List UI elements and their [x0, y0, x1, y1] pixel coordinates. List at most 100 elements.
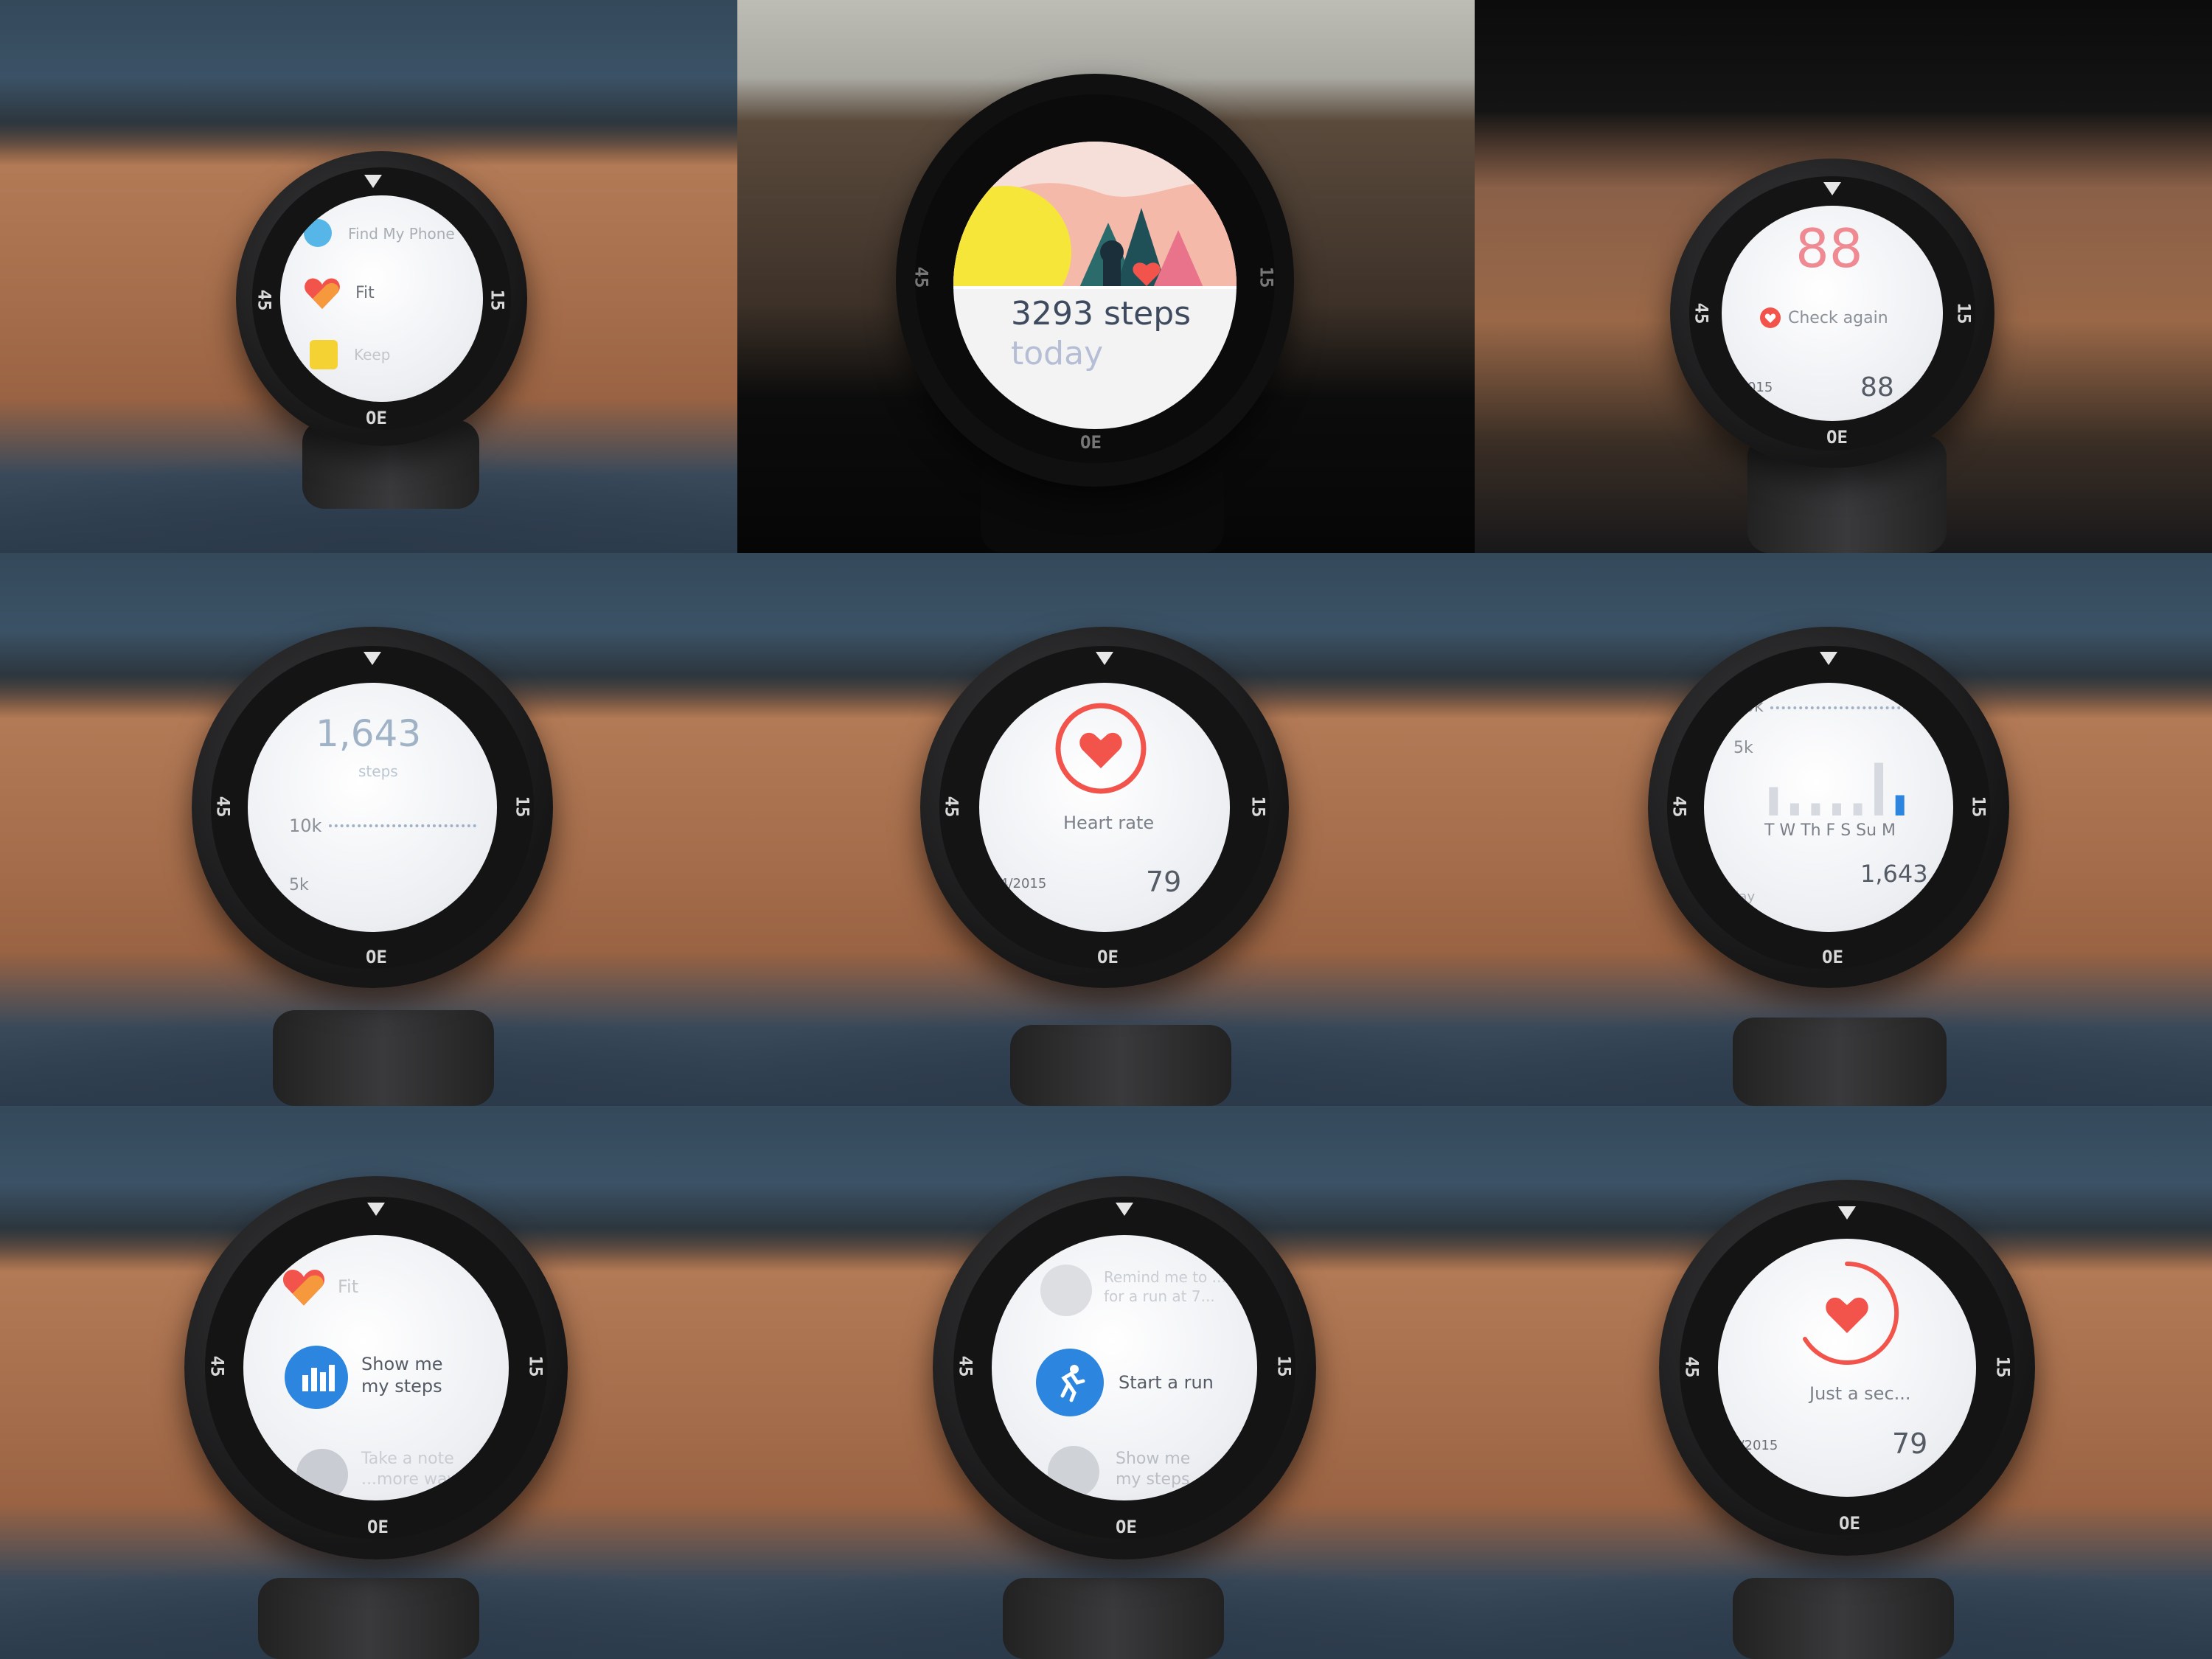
bezel-label-right: 15 — [1992, 1356, 2014, 1378]
smartwatch: 45 15 OE 3293 steps today — [896, 74, 1294, 487]
watch-strap — [1733, 1018, 1947, 1106]
steps-unit: steps — [358, 762, 398, 780]
bezel-label-left: 45 — [206, 1355, 228, 1377]
goal-line — [1770, 706, 1918, 709]
last-measured-value: 79 — [1892, 1427, 1928, 1460]
heart-badge-icon — [1760, 307, 1781, 328]
watch-screen: Heart rate 4/2015 79 — [979, 683, 1230, 932]
steps-chart-icon[interactable] — [285, 1346, 348, 1409]
bezel-label-right: 15 — [487, 289, 508, 311]
bezel-label-bottom: OE — [366, 947, 387, 967]
menu-item-fit[interactable]: Fit — [355, 284, 375, 302]
today-label: day — [1731, 889, 1756, 905]
bezel-label-bottom: OE — [1822, 947, 1843, 967]
bezel-top-marker-icon — [364, 175, 382, 188]
bezel-label-right: 15 — [1256, 266, 1277, 288]
bezel-top-marker-icon — [364, 652, 381, 665]
steps-count: 1,643 — [316, 712, 422, 755]
panel-heart-rate-result: 45 15 OE 88 Check again 7/2015 88 — [1475, 0, 2212, 553]
landscape-illustration — [953, 142, 1237, 289]
show-steps-action[interactable]: Show me my steps — [1116, 1449, 1219, 1490]
watch-strap — [273, 1010, 494, 1106]
panel-steps-card: 45 15 OE 3293 steps today — [737, 0, 1475, 553]
weekly-bar-chart — [1769, 762, 1905, 815]
fit-heart-icon[interactable] — [304, 276, 341, 310]
keep-bulb-icon[interactable] — [310, 340, 338, 369]
check-again-button[interactable]: Check again — [1788, 309, 1888, 327]
watch-screen: Find My Phone Fit Keep — [280, 195, 483, 402]
steps-count: 3293 steps — [1011, 295, 1192, 333]
panel-step-goal: 45 15 OE 1,643 steps 10k 5k — [0, 553, 737, 1106]
panel-heart-rate-start: 45 15 OE Heart rate 4/2015 79 — [737, 553, 1475, 1106]
fit-heart-icon — [282, 1270, 325, 1306]
watch-strap — [258, 1578, 479, 1659]
bezel-label-bottom: OE — [1826, 427, 1848, 448]
bezel-label-right: 15 — [525, 1355, 546, 1377]
heart-rate-button-icon[interactable] — [1053, 700, 1149, 796]
app-name: Fit — [338, 1276, 359, 1297]
bezel-label-bottom: OE — [1080, 432, 1102, 453]
smartwatch: 45 15 OE 1,643 steps 10k 5k — [192, 627, 553, 988]
bezel-label-left: 45 — [1681, 1356, 1703, 1378]
find-phone-icon[interactable] — [304, 219, 332, 247]
chart-bar — [1895, 795, 1905, 815]
bezel-label-left: 45 — [212, 796, 234, 818]
smartwatch: 45 15 OE Just a sec... 4/2015 79 — [1659, 1180, 2035, 1556]
weekday-labels: T W Th F S Su M — [1764, 821, 1896, 840]
bezel-label-right: 15 — [512, 796, 533, 818]
run-icon[interactable] — [1036, 1349, 1104, 1416]
menu-item-keep[interactable]: Keep — [354, 346, 390, 364]
bezel-label-left: 45 — [941, 796, 962, 818]
bezel-label-bottom: OE — [367, 1517, 389, 1537]
watch-strap — [1010, 1025, 1231, 1106]
goal-label: 10k — [289, 815, 322, 836]
last-measured-date: 4/2015 — [1731, 1438, 1778, 1453]
smartwatch: 45 15 OE Find My Phone Fit Keep — [236, 151, 527, 446]
watch-screen: 88 Check again 7/2015 88 — [1722, 206, 1943, 421]
bezel-label-left: 45 — [1691, 302, 1712, 324]
reminder-icon[interactable] — [1040, 1265, 1092, 1316]
goal-line — [329, 824, 476, 827]
bezel-label-left: 45 — [955, 1355, 976, 1377]
show-steps-action[interactable]: Show me my steps — [361, 1353, 472, 1397]
panel-weekly-steps: 45 15 OE 10k 5k T W Th F S Su M day 1,64… — [1475, 553, 2212, 1106]
panel-app-launcher: 45 15 OE Find My Phone Fit Keep — [0, 0, 737, 553]
axis-top-label: 10k — [1733, 698, 1764, 716]
bezel-top-marker-icon — [1116, 1203, 1133, 1216]
photo-collage: 45 15 OE Find My Phone Fit Keep 45 15 OE — [0, 0, 2212, 1659]
bezel-label-right: 15 — [1953, 302, 1975, 324]
heart-rate-value: 88 — [1795, 218, 1863, 279]
start-run-action[interactable]: Start a run — [1119, 1372, 1214, 1393]
bezel-label-right: 15 — [1968, 796, 1989, 818]
menu-item-find-my-phone[interactable]: Find My Phone — [348, 225, 455, 243]
bezel-label-bottom: OE — [366, 408, 387, 428]
chart-bar — [1769, 787, 1778, 815]
note-pencil-icon[interactable] — [296, 1449, 348, 1500]
mid-label: 5k — [289, 876, 309, 894]
panel-start-run: 45 15 OE Remind me to ... for a run at 7… — [737, 1106, 1475, 1659]
smartwatch: 45 15 OE Remind me to ... for a run at 7… — [933, 1176, 1316, 1559]
axis-mid-label: 5k — [1733, 739, 1753, 757]
smartwatch: 45 15 OE 88 Check again 7/2015 88 — [1670, 159, 1994, 468]
bezel-label-left: 45 — [1669, 796, 1690, 818]
measuring-status: Just a sec... — [1809, 1383, 1911, 1404]
bezel-top-marker-icon — [1838, 1206, 1856, 1220]
watch-screen: Remind me to ... for a run at 7... Start… — [992, 1235, 1257, 1500]
bezel-label-bottom: OE — [1097, 947, 1119, 967]
watch-screen: Just a sec... 4/2015 79 — [1718, 1239, 1976, 1497]
measuring-progress-ring — [1803, 1262, 1899, 1365]
panel-fit-actions: 45 15 OE Fit Show me my steps Take a not… — [0, 1106, 737, 1659]
last-measured-value: 88 — [1860, 372, 1894, 403]
bezel-label-bottom: OE — [1839, 1513, 1860, 1534]
bezel-top-marker-icon — [367, 1203, 385, 1216]
watch-screen: 10k 5k T W Th F S Su M day 1,643 — [1704, 683, 1953, 932]
bezel-label-right: 15 — [1248, 796, 1269, 818]
steps-chart-icon[interactable] — [1048, 1446, 1099, 1498]
smartwatch: 45 15 OE 10k 5k T W Th F S Su M day 1,64… — [1648, 627, 2009, 988]
watch-screen: 3293 steps today — [953, 142, 1237, 429]
take-note-action[interactable]: Take a note ...more ways — [361, 1449, 487, 1490]
last-measured-value: 79 — [1146, 866, 1182, 898]
chart-bar — [1790, 803, 1799, 815]
reminder-action[interactable]: Remind me to ... for a run at 7... — [1104, 1267, 1229, 1306]
bezel-top-marker-icon — [1096, 652, 1113, 665]
